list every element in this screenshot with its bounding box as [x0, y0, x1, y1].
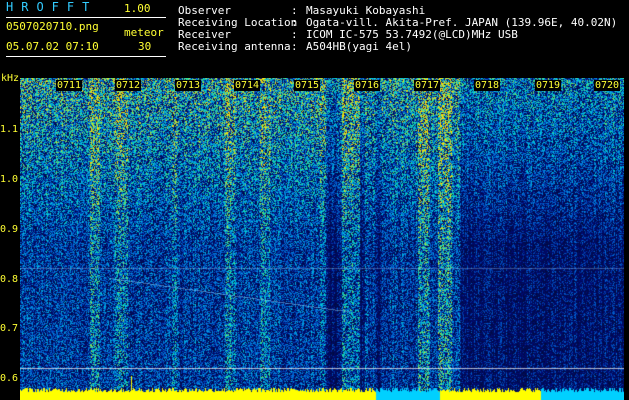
app-version: 1.00: [124, 2, 151, 15]
frequency-unit-label: kHz: [1, 73, 20, 84]
freq-tick-label: 1.1: [0, 124, 19, 135]
file-name: 0507020710.png: [6, 20, 99, 33]
antenna-label: Receiving antenna: [178, 40, 291, 53]
freq-tick-label: 1.0: [0, 174, 19, 185]
header-divider: [6, 17, 166, 18]
time-tick-label: 0715: [294, 80, 321, 91]
time-tick-label: 0712: [115, 80, 142, 91]
spectrogram-plot: [20, 78, 624, 400]
time-tick-label: 0717: [414, 80, 441, 91]
header-divider-bottom: [6, 56, 166, 57]
freq-tick-label: 0.6: [0, 373, 19, 384]
freq-tick-label: 0.7: [0, 323, 19, 334]
detection-mode: meteor: [124, 26, 164, 39]
freq-tick-label: 0.8: [0, 274, 19, 285]
time-tick-label: 0719: [535, 80, 562, 91]
time-tick-label: 0713: [175, 80, 202, 91]
app-title: HROFFT: [6, 0, 98, 14]
antenna-value: A504HB(yagi 4el): [306, 40, 412, 53]
time-tick-label: 0718: [474, 80, 501, 91]
freq-tick-label: 0.9: [0, 224, 19, 235]
antenna-colon: :: [291, 40, 298, 53]
time-tick-label: 0720: [594, 80, 621, 91]
time-tick-label: 0716: [354, 80, 381, 91]
time-tick-label: 0714: [234, 80, 261, 91]
capture-datetime: 05.07.02 07:10: [6, 40, 99, 53]
meteor-count: 30: [138, 40, 152, 53]
spectrogram-canvas: [20, 78, 624, 400]
header-panel: HROFFT 1.00 0507020710.png meteor 05.07.…: [0, 0, 629, 72]
frequency-axis: [0, 72, 20, 400]
time-tick-label: 0711: [56, 80, 83, 91]
